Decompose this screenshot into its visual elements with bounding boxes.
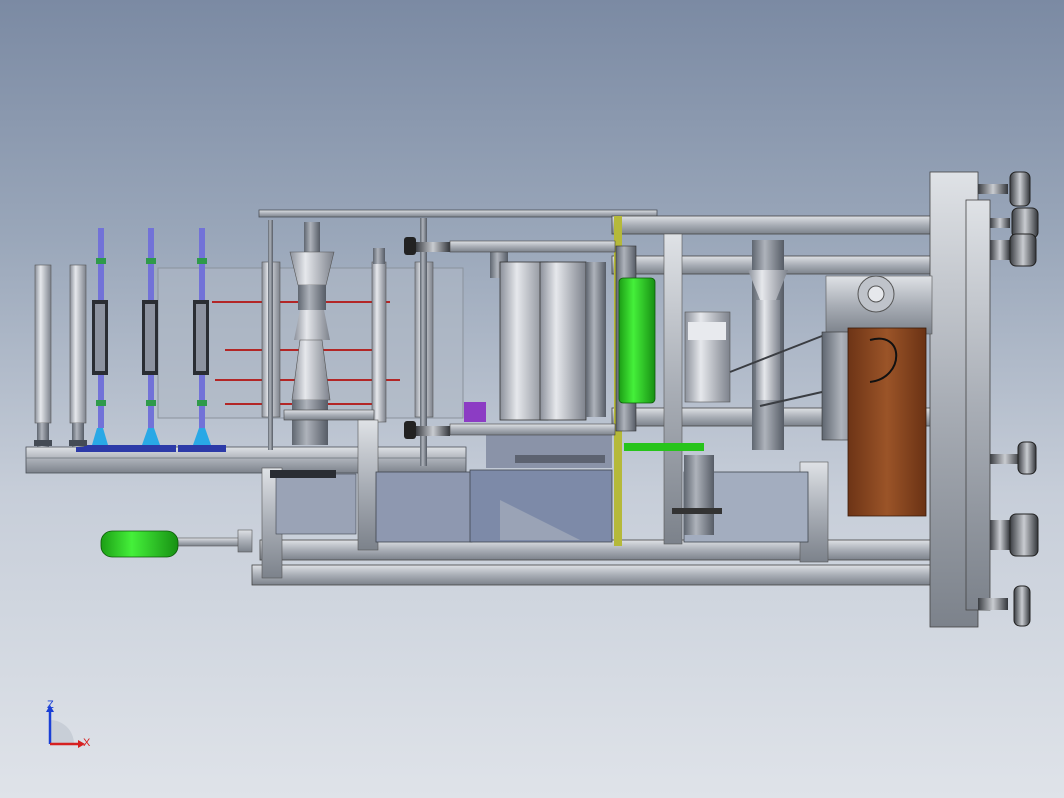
hand-crank[interactable] <box>100 529 253 558</box>
gearbox-housing-left <box>375 471 473 543</box>
x-axis-label: X <box>83 737 91 749</box>
z-axis-label: Z <box>47 699 54 711</box>
leveling-foot-2 <box>990 207 1039 267</box>
top-cover-plate <box>258 209 658 218</box>
machine-assembly-model[interactable] <box>0 0 1064 798</box>
guide-rod-unit-1 <box>92 228 108 445</box>
cad-viewport[interactable]: Z X <box>0 0 1064 798</box>
axis-triad: Z X <box>46 699 91 749</box>
drive-motor <box>821 275 933 517</box>
triad-plane <box>50 720 74 744</box>
leveling-foot-4 <box>990 513 1039 557</box>
leveling-foot-3 <box>990 441 1037 475</box>
upper-adjust-shaft <box>404 237 616 255</box>
tension-roller-b <box>371 261 387 423</box>
guide-rod-unit-2 <box>142 228 160 445</box>
idle-roller-left-2 <box>69 264 87 447</box>
idle-roller-left-1 <box>34 264 52 447</box>
